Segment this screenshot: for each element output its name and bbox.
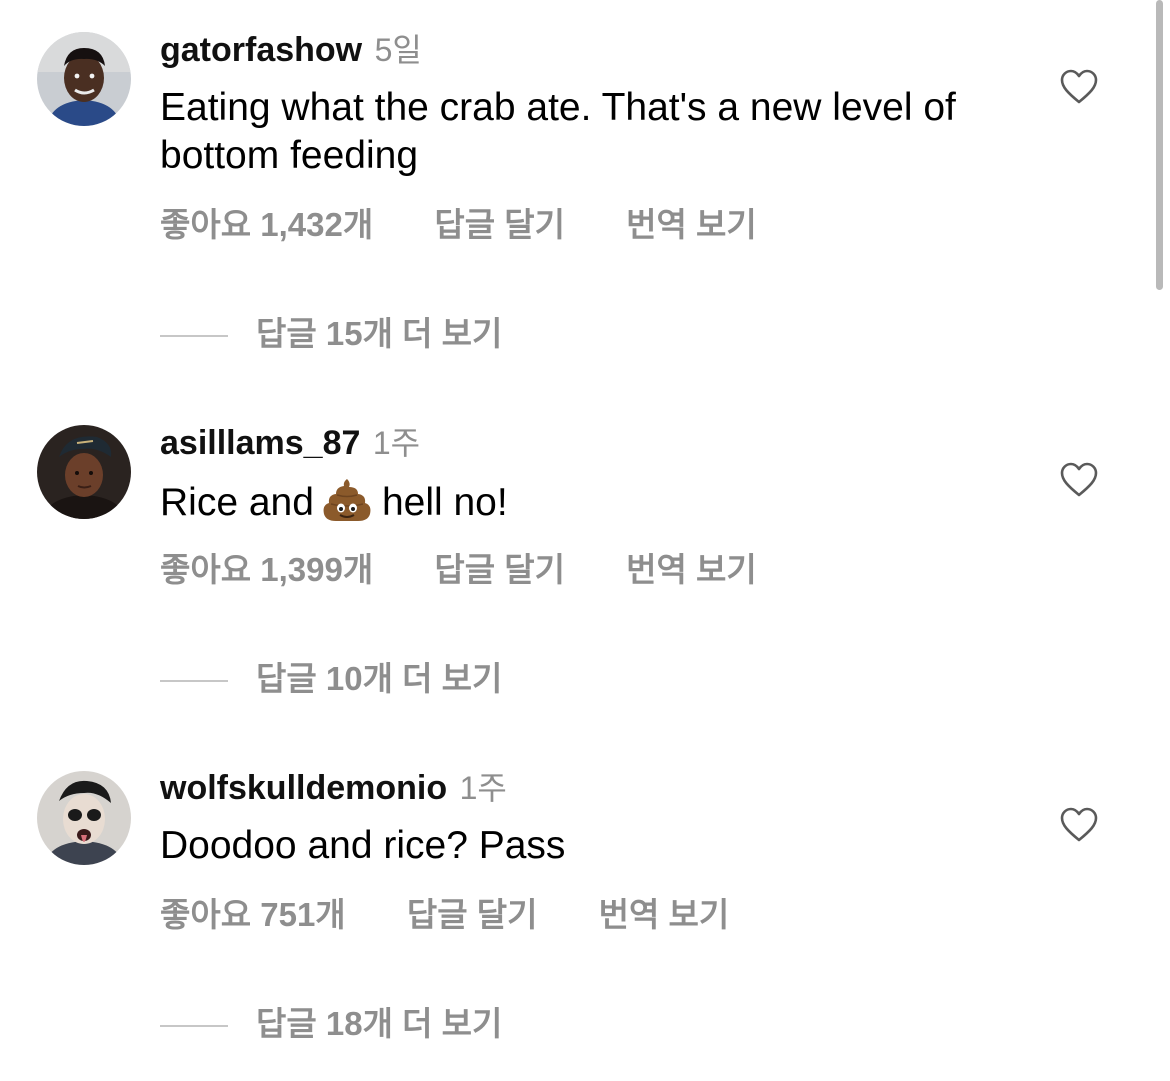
comment-actions: 좋아요 751개 답글 달기 번역 보기 — [160, 895, 729, 935]
view-more-replies[interactable]: 답글 10개 더 보기 — [160, 659, 502, 699]
username[interactable]: gatorfashow — [160, 31, 362, 69]
divider-line — [160, 1025, 228, 1028]
comment-text: Doodoo and rice? Pass — [160, 824, 566, 867]
scrollbar[interactable] — [1156, 0, 1163, 290]
view-more-replies-label: 답글 10개 더 보기 — [256, 660, 503, 697]
view-more-replies-label: 답글 15개 더 보기 — [256, 315, 503, 352]
comment-actions: 좋아요 1,399개 답글 달기 번역 보기 — [160, 550, 757, 590]
timestamp: 1주 — [459, 770, 507, 806]
heart-icon[interactable] — [1060, 807, 1098, 843]
comment-header: gatorfashow 5일 — [160, 30, 422, 70]
divider-line — [160, 680, 228, 683]
avatar[interactable] — [37, 771, 131, 865]
avatar[interactable] — [37, 425, 131, 519]
timestamp: 5일 — [374, 32, 422, 68]
translate-button[interactable]: 번역 보기 — [626, 550, 757, 590]
comment-text-part: hell no! — [381, 481, 508, 524]
comment-header: wolfskulldemonio 1주 — [160, 768, 507, 808]
comment-text: Rice and hell no! — [160, 477, 1030, 527]
timestamp: 1주 — [372, 425, 421, 461]
reply-button[interactable]: 답글 달기 — [407, 895, 538, 935]
translate-button[interactable]: 번역 보기 — [626, 205, 757, 245]
likes-count[interactable]: 좋아요 1,432개 — [160, 205, 373, 245]
divider-line — [160, 335, 228, 338]
comment-text-part: Rice and — [160, 481, 314, 524]
comment-actions: 좋아요 1,432개 답글 달기 번역 보기 — [160, 205, 757, 245]
reply-button[interactable]: 답글 달기 — [434, 550, 565, 590]
pile-of-poo-icon — [322, 477, 372, 523]
comment-header: asilllams_87 1주 — [160, 423, 420, 463]
heart-icon[interactable] — [1060, 69, 1098, 105]
avatar[interactable] — [37, 32, 131, 126]
likes-count[interactable]: 좋아요 751개 — [160, 895, 346, 935]
username[interactable]: wolfskulldemonio — [160, 769, 447, 807]
heart-icon[interactable] — [1060, 462, 1098, 498]
view-more-replies-label: 답글 18개 더 보기 — [256, 1005, 503, 1042]
translate-button[interactable]: 번역 보기 — [599, 895, 730, 935]
username[interactable]: asilllams_87 — [160, 424, 360, 462]
view-more-replies[interactable]: 답글 15개 더 보기 — [160, 314, 502, 354]
reply-button[interactable]: 답글 달기 — [434, 205, 565, 245]
likes-count[interactable]: 좋아요 1,399개 — [160, 550, 373, 590]
view-more-replies[interactable]: 답글 18개 더 보기 — [160, 1004, 502, 1044]
comment-text: Eating what the crab ate. That's a new l… — [160, 86, 956, 177]
